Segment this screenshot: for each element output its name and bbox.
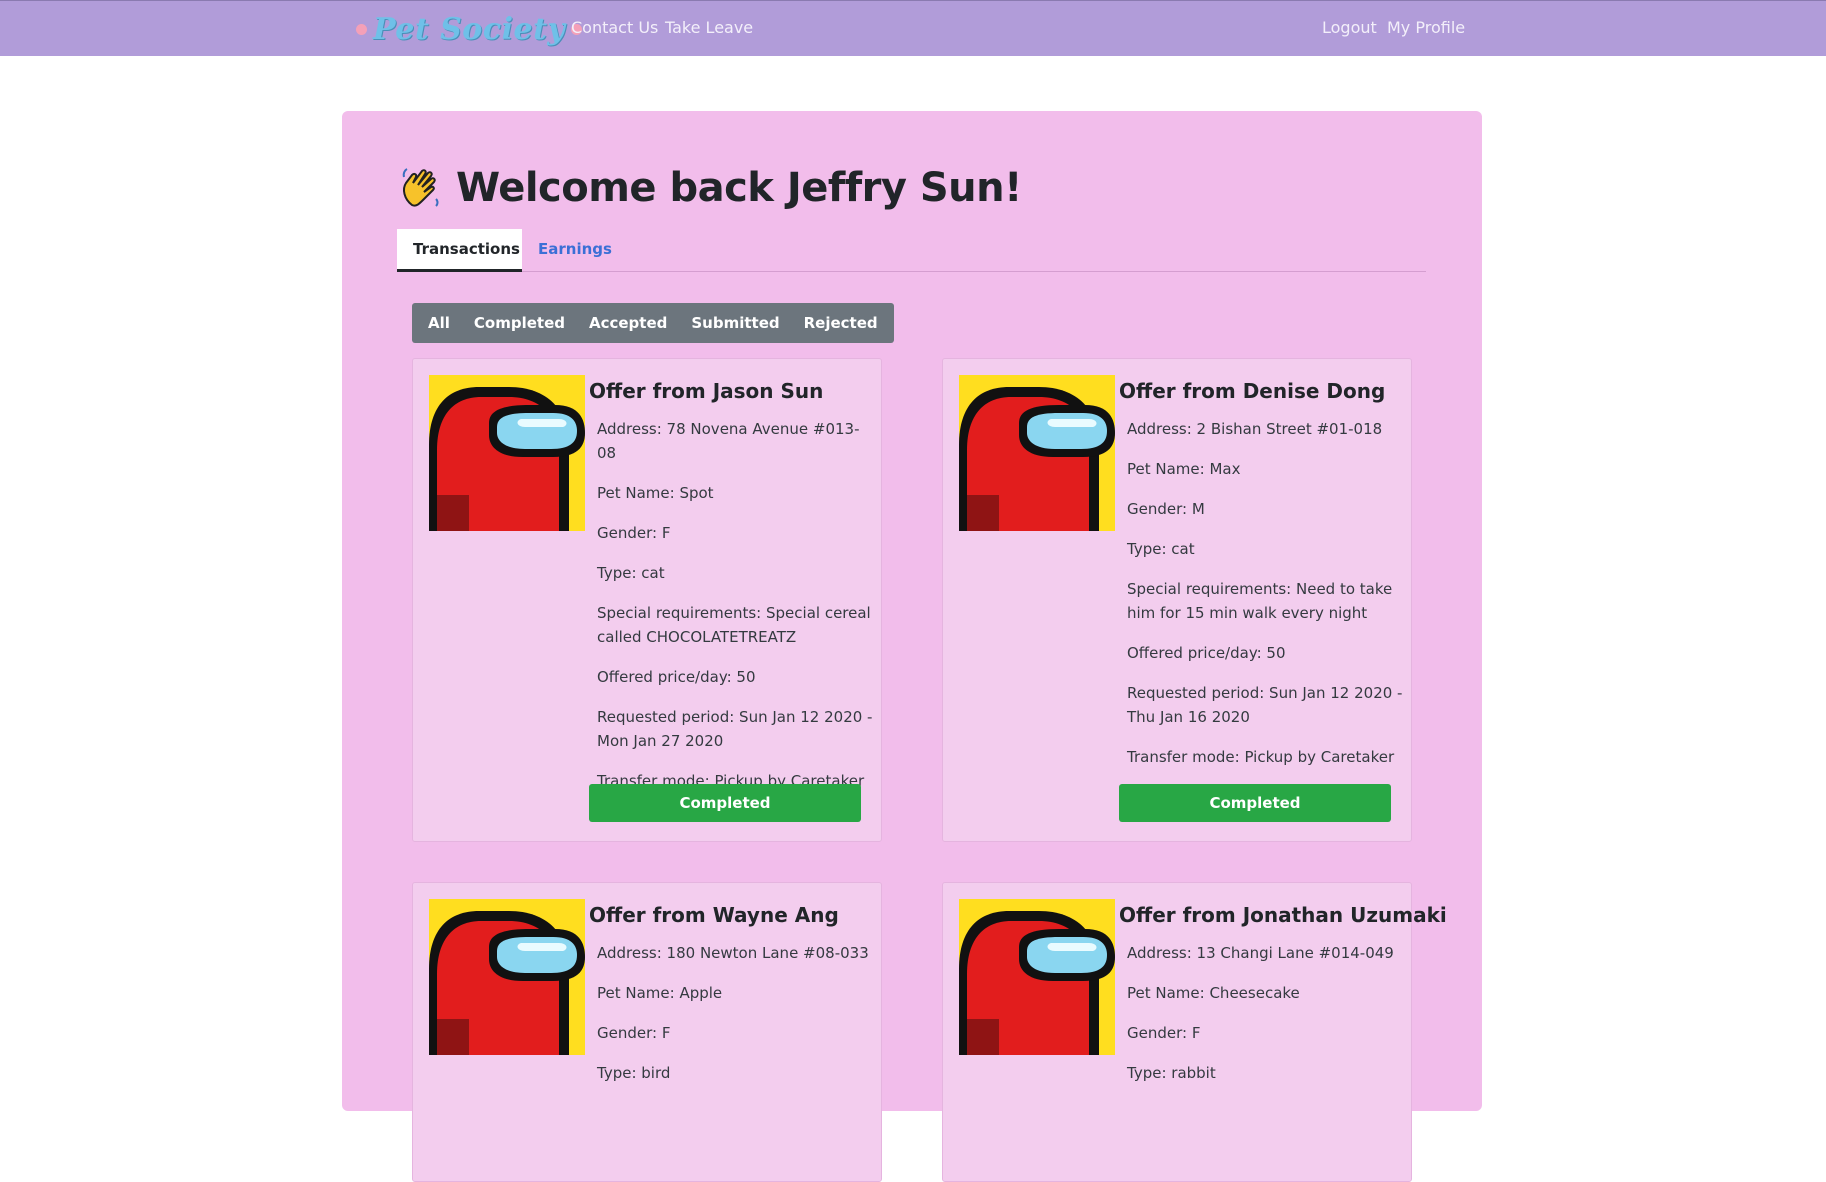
offer-type: Type: bird bbox=[597, 1064, 671, 1082]
offer-pet-name: Pet Name: Cheesecake bbox=[1127, 984, 1300, 1002]
offer-special-requirements: Special requirements: Need to take him f… bbox=[1127, 580, 1393, 622]
dashboard-panel: Welcome back Jeffry Sun! Transactions Ea… bbox=[342, 111, 1482, 1182]
nav-logout[interactable]: Logout bbox=[1322, 18, 1377, 37]
offer-card: Offer from Jason Sun Address: 78 Novena … bbox=[412, 358, 882, 842]
offer-type: Type: rabbit bbox=[1127, 1064, 1216, 1082]
offer-address: Address: 2 Bishan Street #01-018 bbox=[1127, 420, 1383, 438]
nav-take-leave[interactable]: Take Leave bbox=[665, 18, 753, 37]
tab-earnings[interactable]: Earnings bbox=[522, 229, 628, 272]
offer-period: Requested period: Sun Jan 12 2020 - Mon … bbox=[597, 708, 873, 750]
welcome-header: Welcome back Jeffry Sun! bbox=[398, 165, 1022, 211]
offer-card: Offer from Denise Dong Address: 2 Bishan… bbox=[942, 358, 1412, 842]
filter-rejected-button[interactable]: Rejected bbox=[792, 303, 890, 343]
crewmate-avatar-icon bbox=[959, 899, 1115, 1055]
status-filter-group: All Completed Accepted Submitted Rejecte… bbox=[412, 303, 894, 343]
filter-completed-button[interactable]: Completed bbox=[462, 303, 577, 343]
offer-address: Address: 180 Newton Lane #08-033 bbox=[597, 944, 869, 962]
offer-gender: Gender: F bbox=[597, 1024, 671, 1042]
offer-title: Offer from Wayne Ang bbox=[589, 903, 839, 927]
offer-type: Type: cat bbox=[597, 564, 665, 582]
pet-owner-avatar bbox=[959, 899, 1115, 1055]
offer-pet-name: Pet Name: Max bbox=[1127, 460, 1241, 478]
status-completed-button[interactable]: Completed bbox=[1119, 784, 1391, 822]
pet-owner-avatar bbox=[429, 899, 585, 1055]
offer-gender: Gender: M bbox=[1127, 500, 1205, 518]
crewmate-avatar-icon bbox=[429, 899, 585, 1055]
welcome-title: Welcome back Jeffry Sun! bbox=[456, 165, 1022, 211]
offer-pet-name: Pet Name: Spot bbox=[597, 484, 714, 502]
filter-accepted-button[interactable]: Accepted bbox=[577, 303, 679, 343]
offer-price: Offered price/day: 50 bbox=[1127, 644, 1286, 662]
waving-hand-icon bbox=[402, 168, 439, 207]
offer-title: Offer from Jonathan Uzumaki bbox=[1119, 903, 1447, 927]
top-navbar: Pet Society Contact Us Take Leave Logout… bbox=[0, 0, 1826, 56]
filter-all-button[interactable]: All bbox=[416, 303, 462, 343]
tab-bar: Transactions Earnings bbox=[397, 229, 1426, 272]
nav-my-profile[interactable]: My Profile bbox=[1387, 18, 1465, 37]
offer-title: Offer from Jason Sun bbox=[589, 379, 824, 403]
filter-submitted-button[interactable]: Submitted bbox=[679, 303, 791, 343]
offer-address: Address: 13 Changi Lane #014-049 bbox=[1127, 944, 1394, 962]
offer-details: Address: 2 Bishan Street #01-018 Pet Nam… bbox=[1127, 417, 1403, 785]
pet-owner-avatar bbox=[429, 375, 585, 531]
offer-gender: Gender: F bbox=[1127, 1024, 1201, 1042]
offer-price: Offered price/day: 50 bbox=[597, 668, 756, 686]
pet-owner-avatar bbox=[959, 375, 1115, 531]
offer-card: Offer from Wayne Ang Address: 180 Newton… bbox=[412, 882, 882, 1182]
offer-type: Type: cat bbox=[1127, 540, 1195, 558]
brand-name: Pet Society bbox=[373, 11, 566, 47]
offer-transfer-mode: Transfer mode: Pickup by Caretaker bbox=[1127, 748, 1395, 766]
offer-address: Address: 78 Novena Avenue #013-08 bbox=[597, 420, 860, 462]
crewmate-avatar-icon bbox=[959, 375, 1115, 531]
offer-details: Address: 78 Novena Avenue #013-08 Pet Na… bbox=[597, 417, 873, 809]
offer-card: Offer from Jonathan Uzumaki Address: 13 … bbox=[942, 882, 1447, 1182]
offer-details: Address: 180 Newton Lane #08-033 Pet Nam… bbox=[597, 941, 873, 1101]
tab-transactions[interactable]: Transactions bbox=[397, 229, 522, 272]
offer-period: Requested period: Sun Jan 12 2020 - Thu … bbox=[1127, 684, 1403, 726]
offer-gender: Gender: F bbox=[597, 524, 671, 542]
offer-details: Address: 13 Changi Lane #014-049 Pet Nam… bbox=[1127, 941, 1403, 1101]
crewmate-avatar-icon bbox=[429, 375, 585, 531]
offer-title: Offer from Denise Dong bbox=[1119, 379, 1386, 403]
brand-logo[interactable]: Pet Society bbox=[356, 7, 583, 51]
nav-contact-us[interactable]: Contact Us bbox=[571, 18, 658, 37]
offer-pet-name: Pet Name: Apple bbox=[597, 984, 723, 1002]
status-completed-button[interactable]: Completed bbox=[589, 784, 861, 822]
logo-dot-left bbox=[356, 23, 367, 35]
offer-special-requirements: Special requirements: Special cereal cal… bbox=[597, 604, 871, 646]
